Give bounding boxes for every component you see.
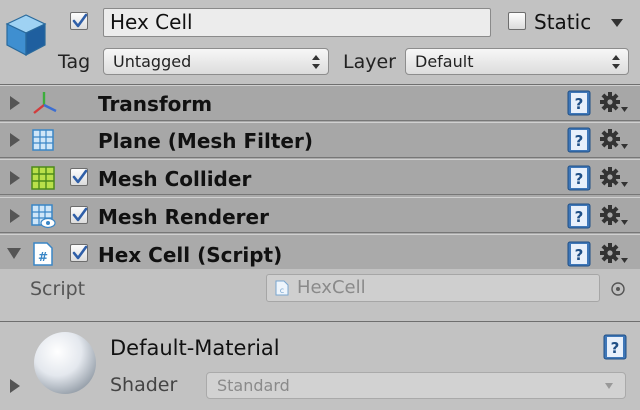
component-row-mesh-renderer[interactable] (0, 197, 640, 233)
script-file-icon: c (275, 280, 289, 296)
svg-text:?: ? (611, 339, 620, 357)
checkmark-icon (72, 169, 88, 184)
svg-text:#: # (38, 250, 48, 264)
tag-dropdown[interactable]: Untagged (103, 48, 329, 75)
gear-icon[interactable] (599, 91, 629, 115)
gear-icon[interactable] (599, 242, 629, 266)
component-row-mesh-collider[interactable] (0, 159, 640, 195)
svg-text:?: ? (575, 132, 584, 150)
foldout-collapsed-icon[interactable] (8, 132, 22, 148)
tag-label: Tag (58, 51, 91, 73)
component-title-mesh-filter: Plane (Mesh Filter) (98, 129, 313, 153)
svg-text:?: ? (575, 246, 584, 264)
object-name-input[interactable]: Hex Cell (103, 8, 491, 37)
script-object-field[interactable]: c HexCell (266, 274, 600, 302)
svg-text:?: ? (575, 208, 584, 226)
foldout-collapsed-icon[interactable] (8, 170, 22, 186)
mesh-collider-icon (31, 166, 55, 190)
foldout-collapsed-icon[interactable] (8, 378, 22, 394)
transform-icon (33, 92, 57, 114)
static-label: Static (534, 10, 592, 34)
mesh-filter-icon (32, 129, 54, 151)
csharp-script-icon: # (33, 242, 53, 266)
object-picker-icon[interactable] (610, 281, 626, 297)
layer-label: Layer (343, 51, 396, 73)
material-name: Default-Material (110, 336, 280, 360)
component-title-mesh-collider: Mesh Collider (98, 167, 252, 191)
foldout-expanded-icon[interactable] (6, 246, 22, 260)
up-down-arrows-icon (312, 55, 320, 69)
component-title-hex-cell-script: Hex Cell (Script) (98, 243, 283, 267)
up-down-arrows-icon (612, 55, 620, 69)
foldout-collapsed-icon[interactable] (8, 208, 22, 224)
dropdown-arrow-icon (605, 383, 613, 389)
shader-value: Standard (217, 376, 290, 395)
help-book-icon[interactable]: ? (567, 165, 591, 191)
component-title-mesh-renderer: Mesh Renderer (98, 205, 269, 229)
checkmark-icon (72, 13, 88, 28)
layer-value: Default (415, 52, 474, 71)
component-row-hex-cell-script[interactable] (0, 234, 640, 270)
checkmark-icon (72, 207, 88, 222)
component-row-mesh-filter[interactable] (0, 122, 640, 158)
static-checkbox[interactable] (508, 12, 526, 30)
gear-icon[interactable] (599, 166, 629, 190)
gear-icon[interactable] (599, 204, 629, 228)
tag-value: Untagged (113, 52, 192, 71)
foldout-collapsed-icon[interactable] (8, 95, 22, 111)
material-sphere-preview (34, 332, 96, 394)
component-title-transform: Transform (98, 92, 213, 116)
enabled-checkbox[interactable] (70, 168, 88, 186)
shader-dropdown[interactable]: Standard (206, 372, 626, 399)
enabled-checkbox[interactable] (70, 244, 88, 262)
help-book-icon[interactable]: ? (567, 90, 591, 116)
active-checkbox[interactable] (70, 12, 88, 30)
script-label: Script (30, 278, 86, 300)
enabled-checkbox[interactable] (70, 206, 88, 224)
svg-text:c: c (280, 286, 284, 295)
svg-text:?: ? (575, 95, 584, 113)
help-book-icon[interactable]: ? (567, 127, 591, 153)
game-object-cube-icon (5, 14, 47, 56)
help-book-icon[interactable]: ? (567, 203, 591, 229)
mesh-renderer-icon (31, 204, 56, 229)
svg-text:?: ? (575, 170, 584, 188)
layer-dropdown[interactable]: Default (405, 48, 629, 75)
checkmark-icon (72, 245, 88, 260)
help-book-icon[interactable]: ? (603, 334, 627, 360)
gear-icon[interactable] (599, 128, 629, 152)
help-book-icon[interactable]: ? (567, 241, 591, 267)
component-row-transform[interactable] (0, 85, 640, 121)
shader-label: Shader (110, 374, 178, 396)
script-value: HexCell (297, 277, 366, 298)
static-dropdown-arrow-icon[interactable] (610, 18, 624, 28)
